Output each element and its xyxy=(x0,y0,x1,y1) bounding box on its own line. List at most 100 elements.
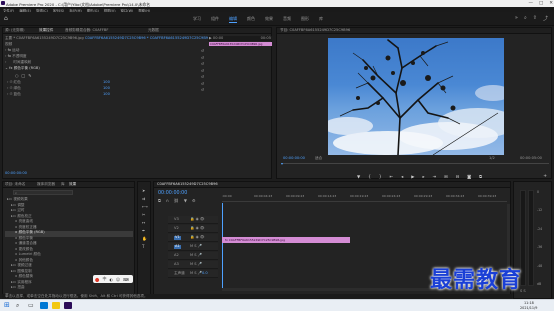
more-workspaces-icon[interactable]: » xyxy=(515,15,518,22)
workspace-effects[interactable]: 效果 xyxy=(265,16,273,23)
track-header[interactable]: V2 🔒 ◉ 👁 xyxy=(168,225,218,233)
program-title[interactable]: 节目: C0AFFBF6A6155249D7C25C9B96 xyxy=(280,28,350,33)
ime-logo-icon[interactable]: ⬤ xyxy=(95,277,99,282)
windows-start-icon[interactable]: ⊞ xyxy=(4,301,10,309)
track-toggle-icons[interactable]: M S 🎤 xyxy=(190,262,202,267)
timeline-ruler[interactable]: :00:00 00:00:04:23 00:00:09:23 00:00:14:23 0… xyxy=(222,194,507,202)
add-button-icon[interactable]: + xyxy=(543,174,547,179)
fx-motion-row[interactable]: › fx 运动 xyxy=(5,48,19,53)
overwrite-icon[interactable]: ⊟ xyxy=(456,174,460,179)
edge-icon[interactable] xyxy=(40,302,48,309)
workspace-graphics[interactable]: 图形 xyxy=(301,16,309,23)
slip-tool-icon[interactable]: ↔ xyxy=(142,220,145,225)
track-toggle-icons[interactable]: 🔒 ◉ 👁 xyxy=(190,226,204,231)
nest-icon[interactable]: ⧉ xyxy=(158,198,161,203)
pen-tool-icon[interactable]: ✒ xyxy=(142,228,145,233)
tab-metadata[interactable]: 元数据 xyxy=(148,28,159,33)
rect-mask-icon[interactable]: □ xyxy=(22,73,26,78)
insert-icon[interactable]: ⊞ xyxy=(444,174,448,179)
ellipse-mask-icon[interactable]: ○ xyxy=(15,73,19,78)
track-header[interactable]: A1 M S 🎤 xyxy=(168,243,218,251)
add-marker-icon[interactable]: ▼ xyxy=(357,174,360,179)
tab-source[interactable]: 源: (无剪辑) xyxy=(5,28,25,33)
fit-dropdown[interactable]: 适合 xyxy=(315,156,322,161)
tab-effect-controls[interactable]: 效果控件 xyxy=(39,28,53,33)
clock-time[interactable]: 11:18 xyxy=(524,301,534,305)
step-forward-icon[interactable]: ▸ xyxy=(422,174,424,179)
tab-media-browser[interactable]: 媒体浏览器 xyxy=(37,182,55,187)
track-header[interactable]: V1 🔒 ◉ 👁 xyxy=(168,234,218,242)
tab-audio-mixer[interactable]: 音频剪辑混合器: C0AFFBF xyxy=(65,28,108,33)
track-header[interactable]: 主声道 M S 🎤 xyxy=(168,270,218,278)
program-scrubber[interactable]: ▾ xyxy=(281,161,549,167)
track-toggle-icons[interactable]: M S 🎤 xyxy=(190,271,202,276)
reset-motion-icon[interactable]: ↺ xyxy=(201,49,204,53)
timeline-settings-icon[interactable]: ⚙ xyxy=(192,198,196,203)
share-icon[interactable]: ⤴ xyxy=(543,15,548,22)
effect-clip-bar[interactable]: C0AFFBF6A6155249D7C25C9B96.jpg xyxy=(209,42,272,46)
type-tool-icon[interactable]: T xyxy=(142,244,144,249)
effects-search-input[interactable]: ⌕ xyxy=(13,190,73,195)
track-select-tool-icon[interactable]: ⇉ xyxy=(142,196,145,201)
mark-in-icon[interactable]: { xyxy=(368,174,371,179)
track-header[interactable]: A3 M S 🎤 xyxy=(168,261,218,269)
playhead-icon[interactable]: ▾ xyxy=(281,161,283,166)
clock-date[interactable]: 2021/11/9 xyxy=(520,306,537,310)
timeline-tab[interactable]: C0AFFBF6A6155249D7C25C9B96 xyxy=(157,182,218,187)
play-icon[interactable]: ▶ xyxy=(411,174,414,179)
green-value[interactable]: 100 xyxy=(103,86,110,91)
ripple-edit-tool-icon[interactable]: ⟷ xyxy=(142,204,148,209)
track-toggle-icons[interactable]: M S 🎤 xyxy=(190,244,202,249)
close-button[interactable]: ✕ xyxy=(549,1,553,6)
timeline-timecode[interactable]: 00:00:00:00 xyxy=(158,191,187,196)
track-header[interactable]: A2 M S 🎤 xyxy=(168,252,218,260)
workspace-assembly[interactable]: 组件 xyxy=(211,16,219,23)
fx-opacity-row[interactable]: › fx 不透明度 xyxy=(5,54,27,59)
reset-blue-icon[interactable]: ↺ xyxy=(201,88,204,92)
track-toggle-icons[interactable]: 🔒 ◉ 👁 xyxy=(190,235,204,240)
export-frame-icon[interactable]: ◙ xyxy=(467,174,471,179)
tab-effects[interactable]: 效果 xyxy=(69,182,76,187)
master-volume-value[interactable]: 0.0 xyxy=(202,271,208,276)
reset-red-icon[interactable]: ↺ xyxy=(201,75,204,79)
razor-tool-icon[interactable]: ✂ xyxy=(142,212,145,217)
quick-export-icon[interactable]: ⇪ xyxy=(533,15,537,22)
effect-timeline-ruler[interactable]: ▶ 00:00 00:05 xyxy=(208,36,272,41)
program-timecode[interactable]: 00:00:00:00 xyxy=(283,156,305,161)
task-view-icon[interactable]: ▭ xyxy=(28,302,34,309)
compare-icon[interactable]: ⧉ xyxy=(479,174,482,179)
reset-opacity-icon[interactable]: ↺ xyxy=(201,56,204,60)
home-icon[interactable]: ⌂ xyxy=(4,15,8,22)
sequence-path[interactable]: C0AFFBF6A6155249D7C25C9B96 * C0AFFBF6A61… xyxy=(85,36,217,41)
track-header[interactable]: V3 🔒 ◉ 👁 xyxy=(168,216,218,224)
search-icon[interactable]: ⌕ xyxy=(524,15,527,22)
track-toggle-icons[interactable]: M S 🎤 xyxy=(190,253,202,258)
resolution-dropdown[interactable]: 1/2 xyxy=(489,156,495,161)
tab-libraries[interactable]: 库 xyxy=(61,182,65,187)
go-to-out-icon[interactable]: ⇥ xyxy=(433,174,437,179)
hand-tool-icon[interactable]: ✋ xyxy=(142,236,147,241)
fx-color-balance-row[interactable]: ⌄ fx 颜色平衡 (RGB) xyxy=(5,66,40,71)
explorer-icon[interactable] xyxy=(52,302,60,309)
effects-tree-item[interactable]: ▸▭ 扭曲 xyxy=(5,285,133,292)
reset-remap-icon[interactable]: ↺ xyxy=(201,62,204,66)
reset-green-icon[interactable]: ↺ xyxy=(201,82,204,86)
minimize-button[interactable]: — xyxy=(528,1,533,6)
workspace-color[interactable]: 颜色 xyxy=(247,16,255,23)
mark-out-icon[interactable]: } xyxy=(379,174,382,179)
workspace-libraries[interactable]: 库 xyxy=(319,16,323,23)
selection-tool-icon[interactable]: ➤ xyxy=(142,188,145,193)
video-preview[interactable] xyxy=(328,38,504,155)
add-marker-timeline-icon[interactable]: ▼ xyxy=(184,198,187,203)
premiere-taskbar-icon[interactable] xyxy=(64,302,72,309)
workspace-learn[interactable]: 学习 xyxy=(193,16,201,23)
red-value[interactable]: 100 xyxy=(103,80,110,85)
go-to-in-icon[interactable]: ⇤ xyxy=(390,174,394,179)
pen-mask-icon[interactable]: ✎ xyxy=(28,73,31,78)
step-back-icon[interactable]: ◂ xyxy=(401,174,403,179)
snap-icon[interactable]: ∩ xyxy=(166,198,169,203)
workspace-audio[interactable]: 音频 xyxy=(283,16,291,23)
reset-colorbalance-icon[interactable]: ↺ xyxy=(201,69,204,73)
timeline-playhead[interactable] xyxy=(222,203,223,288)
search-taskbar-icon[interactable]: ⌕ xyxy=(16,302,19,310)
